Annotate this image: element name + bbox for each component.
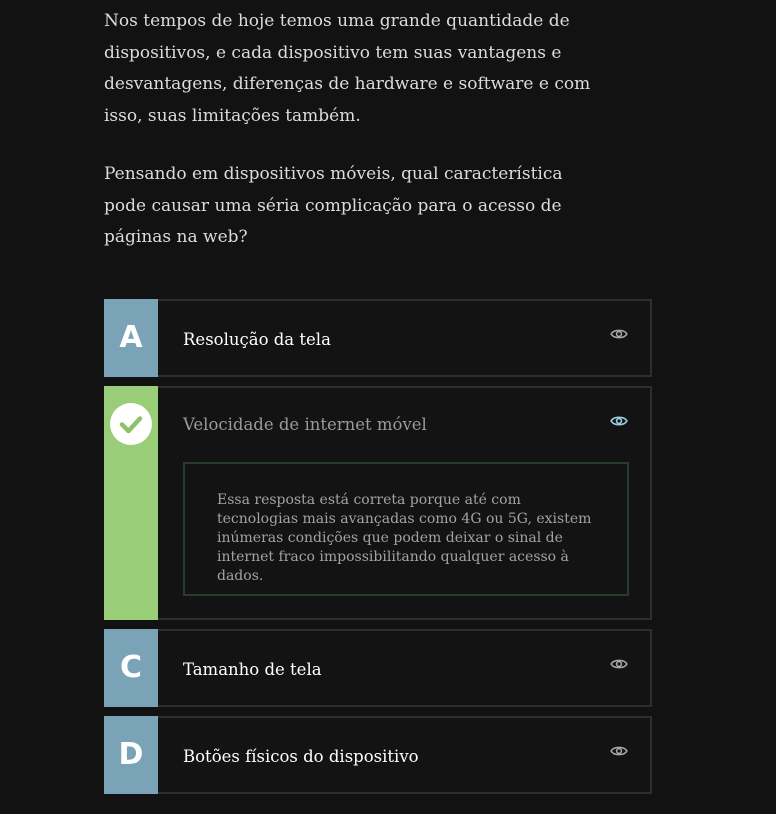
option-letter: C [119,649,143,685]
option-c[interactable]: C Tamanho de tela [104,629,652,707]
option-d[interactable]: D Botões físicos do dispositivo [104,716,652,794]
eye-icon[interactable] [610,655,628,673]
question-paragraph-1: Nos tempos de hoje temos uma grande quan… [104,11,591,126]
option-correct-box [104,386,158,620]
eye-icon[interactable] [610,325,628,343]
option-label: Velocidade de internet móvel [183,414,427,434]
eye-icon[interactable] [610,742,628,760]
answer-feedback: Essa resposta está correta porque até co… [183,462,629,596]
option-letter-box: A [104,299,158,377]
question-text: Nos tempos de hoje temos uma grande quan… [104,6,604,254]
option-letter: D [118,736,144,772]
option-a[interactable]: A Resolução da tela [104,299,652,377]
option-label: Resolução da tela [183,329,331,349]
option-b[interactable]: Velocidade de internet móvel Essa respos… [104,386,652,620]
option-letter: A [119,319,143,355]
question-paragraph-2: Pensando em dispositivos móveis, qual ca… [104,164,563,247]
eye-icon[interactable] [610,412,628,430]
option-letter-box: D [104,716,158,794]
option-letter-box: C [104,629,158,707]
option-label: Botões físicos do dispositivo [183,746,419,766]
check-circle-icon [110,403,152,445]
option-label: Tamanho de tela [183,659,322,679]
